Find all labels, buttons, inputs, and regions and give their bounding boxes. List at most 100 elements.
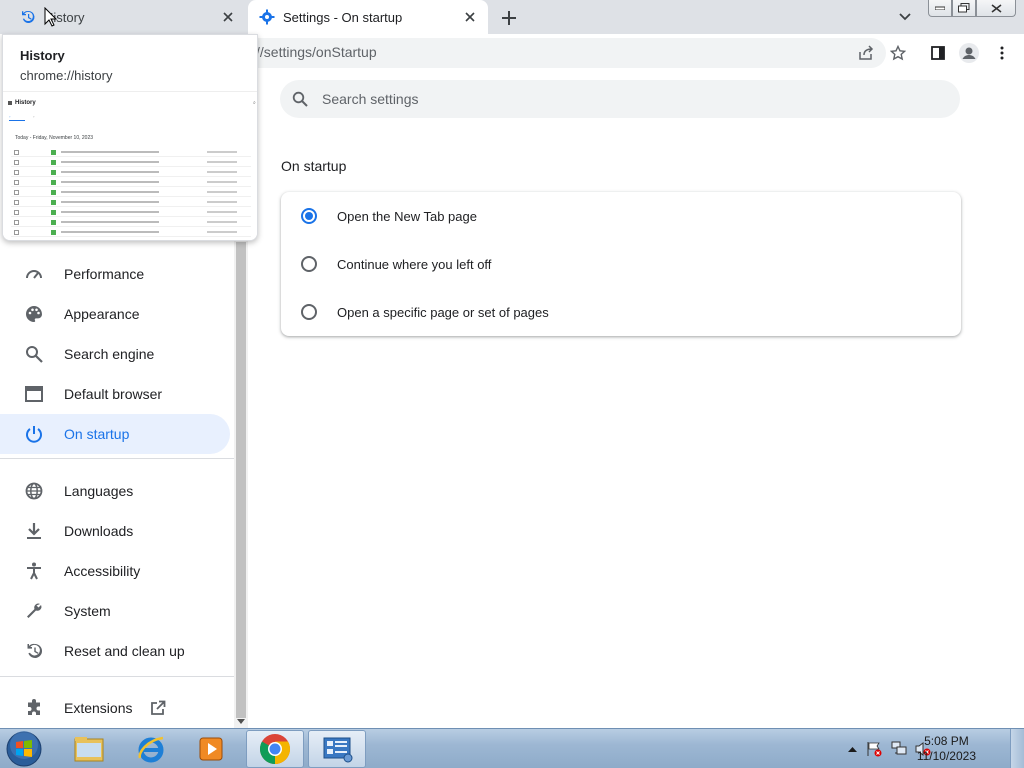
- site-favicon-icon: [51, 170, 56, 175]
- taskbar-internet-explorer[interactable]: [122, 730, 180, 768]
- preview-date: Today - Friday, November 10, 2023: [15, 135, 94, 141]
- preview-row-domain: [207, 161, 237, 163]
- profile-avatar-icon[interactable]: [959, 43, 979, 63]
- tab-title: Settings - On startup: [283, 9, 403, 25]
- preview-checkbox: [14, 220, 19, 225]
- scrollbar-thumb[interactable]: [236, 242, 246, 718]
- close-window-button[interactable]: [976, 0, 1016, 17]
- preview-row-domain: [207, 201, 237, 203]
- preview-row-text: [61, 201, 201, 203]
- puzzle-icon: [24, 698, 44, 718]
- hover-card-url: chrome://history: [20, 68, 113, 83]
- preview-row-text: [61, 151, 201, 153]
- sidebar-item-default-browser[interactable]: Default browser: [0, 374, 230, 414]
- reset-history-icon: [24, 641, 44, 661]
- startup-option-specific-pages[interactable]: Open a specific page or set of pages: [281, 288, 961, 336]
- search-icon: [24, 344, 44, 364]
- sidebar-item-downloads[interactable]: Downloads: [0, 511, 230, 551]
- tab-history[interactable]: History: [0, 0, 246, 34]
- radio-button[interactable]: [301, 304, 317, 320]
- startup-option-continue[interactable]: Continue where you left off: [281, 240, 961, 288]
- sidebar-item-reset-and-clean-up[interactable]: Reset and clean up: [0, 631, 230, 671]
- side-panel-icon[interactable]: [928, 43, 948, 63]
- search-input[interactable]: [322, 91, 922, 107]
- site-favicon-icon: [51, 210, 56, 215]
- sidebar-item-system[interactable]: System: [0, 591, 230, 631]
- tab-settings[interactable]: Settings - On startup: [248, 0, 488, 34]
- sidebar-item-label: Search engine: [64, 346, 155, 362]
- bookmark-star-icon[interactable]: [888, 43, 908, 63]
- preview-row: [11, 158, 251, 167]
- taskbar-chrome[interactable]: [246, 730, 304, 768]
- section-title: On startup: [281, 158, 347, 174]
- site-favicon-icon: [51, 230, 56, 235]
- sidebar-item-label: Default browser: [64, 386, 163, 402]
- preview-checkbox: [14, 170, 19, 175]
- settings-main: On startup Open the New Tab page Continu…: [248, 72, 1024, 728]
- sidebar-item-accessibility[interactable]: Accessibility: [0, 551, 230, 591]
- start-button[interactable]: [4, 730, 44, 768]
- gear-icon: [259, 9, 275, 25]
- sidebar-item-label: Performance: [64, 266, 145, 282]
- history-icon: [20, 9, 36, 25]
- radio-button[interactable]: [301, 208, 317, 224]
- divider: [0, 458, 234, 459]
- minimize-button[interactable]: [928, 0, 952, 17]
- preview-row-domain: [207, 221, 237, 223]
- preview-tab-underline: [9, 120, 25, 121]
- scroll-down-arrow-icon[interactable]: [237, 719, 245, 724]
- taskbar-explorer[interactable]: [60, 730, 118, 768]
- preview-row-domain: [207, 211, 237, 213]
- close-tab-icon[interactable]: [220, 9, 236, 25]
- sidebar-item-languages[interactable]: Languages: [0, 471, 230, 511]
- preview-row-text: [61, 231, 201, 233]
- search-bar[interactable]: [280, 80, 960, 118]
- sidebar-item-appearance[interactable]: Appearance: [0, 294, 230, 334]
- preview-checkbox: [14, 200, 19, 205]
- site-favicon-icon: [51, 220, 56, 225]
- taskbar-control-panel[interactable]: [308, 730, 366, 768]
- preview-row-domain: [207, 181, 237, 183]
- sidebar-item-search-engine[interactable]: Search engine: [0, 334, 230, 374]
- media-player-icon: [197, 735, 225, 763]
- preview-title: History: [15, 100, 36, 106]
- action-center-flag-icon[interactable]: [866, 741, 882, 757]
- show-desktop-button[interactable]: [1010, 729, 1024, 768]
- radio-button[interactable]: [301, 256, 317, 272]
- preview-row-text: [61, 161, 201, 163]
- startup-option-new-tab[interactable]: Open the New Tab page: [281, 192, 961, 240]
- site-favicon-icon: [51, 160, 56, 165]
- more-menu-icon[interactable]: [992, 43, 1012, 63]
- site-favicon-icon: [51, 150, 56, 155]
- option-label: Open the New Tab page: [337, 208, 477, 224]
- preview-checkbox: [14, 150, 19, 155]
- close-tab-icon[interactable]: [462, 9, 478, 25]
- sidebar-item-extensions[interactable]: Extensions: [0, 688, 230, 728]
- preview-checkbox: [14, 230, 19, 235]
- taskbar-media-player[interactable]: [182, 730, 240, 768]
- new-tab-button[interactable]: [498, 7, 520, 29]
- clock-time: 5:08 PM: [924, 734, 969, 748]
- tab-search-chevron-icon[interactable]: [896, 8, 914, 26]
- sidebar-item-performance[interactable]: Performance: [0, 254, 230, 294]
- preview-row-text: [61, 211, 201, 213]
- hover-card-title: History: [20, 48, 65, 63]
- sidebar-item-on-startup[interactable]: On startup: [0, 414, 230, 454]
- history-icon: [8, 101, 12, 105]
- speedometer-icon: [24, 264, 44, 284]
- site-favicon-icon: [51, 190, 56, 195]
- open-in-new-icon: [150, 700, 166, 716]
- preview-checkbox: [14, 210, 19, 215]
- preview-tab: ◦: [9, 114, 11, 119]
- share-icon[interactable]: [856, 43, 876, 63]
- address-url[interactable]: //settings/onStartup: [256, 44, 377, 60]
- browser-window-icon: [24, 384, 44, 404]
- network-icon[interactable]: [891, 741, 907, 757]
- preview-row: [11, 198, 251, 207]
- preview-row: [11, 178, 251, 187]
- show-hidden-icons-arrow-icon[interactable]: [844, 741, 860, 757]
- control-panel-icon: [321, 735, 353, 763]
- preview-row: [11, 208, 251, 217]
- restore-button[interactable]: [952, 0, 976, 17]
- system-clock[interactable]: 5:08 PM 11/10/2023: [917, 734, 976, 764]
